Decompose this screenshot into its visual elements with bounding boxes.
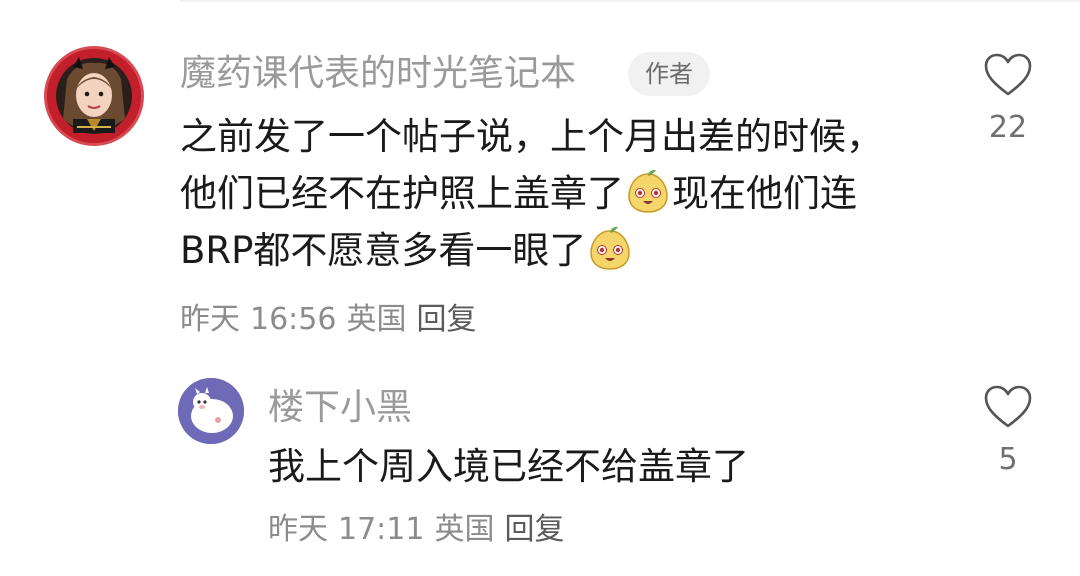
reply-meta: 昨天 17:11 英国 回复 xyxy=(268,510,574,550)
comment-line-2: 他们已经不在护照上盖章了 现在他们连 xyxy=(180,165,920,222)
comment-meta: 昨天 16:56 英国 回复 xyxy=(180,300,486,340)
reply-time: 17:11 xyxy=(338,512,425,547)
reply-reply-button[interactable]: 回复 xyxy=(504,512,564,547)
comment-location: 英国 xyxy=(346,302,407,337)
comment-line-3: BRP都不愿意多看一眼了 xyxy=(180,222,920,279)
reply-avatar[interactable] xyxy=(178,378,244,444)
reply-author-name[interactable]: 楼下小黑 xyxy=(268,384,412,432)
comment-text: 之前发了一个帖子说，上个月出差的时候， 他们已经不在护照上盖章了 现在他们连 B… xyxy=(180,108,920,279)
heart-icon[interactable] xyxy=(983,384,1033,430)
comment-date: 昨天 xyxy=(180,302,240,337)
comment-line-1: 之前发了一个帖子说，上个月出差的时候， xyxy=(180,108,920,165)
reply-like-count: 5 xyxy=(998,442,1018,477)
reply-location: 英国 xyxy=(434,512,495,547)
comment-like-button[interactable]: 22 xyxy=(978,52,1038,148)
pear-face-emoji-icon xyxy=(590,226,631,270)
cartoon-animal-avatar-icon xyxy=(178,378,244,444)
heart-icon[interactable] xyxy=(983,52,1033,98)
reply-button[interactable]: 回复 xyxy=(416,302,476,337)
like-count: 22 xyxy=(988,110,1028,145)
comment-line-3-text: BRP都不愿意多看一眼了 xyxy=(180,229,587,272)
pear-face-emoji-icon xyxy=(628,169,668,213)
comment-line-1-text: 之前发了一个帖子说，上个月出差的时候， xyxy=(180,115,883,158)
avatar[interactable] xyxy=(44,46,144,146)
author-badge: 作者 xyxy=(628,52,710,96)
comment-line-2-text-b: 现在他们连 xyxy=(672,172,857,215)
comment-author-name[interactable]: 魔药课代表的时光笔记本 xyxy=(180,50,576,98)
avatar-portrait-icon xyxy=(47,49,141,143)
comment-time: 16:56 xyxy=(250,302,337,337)
comment-line-2-text-a: 他们已经不在护照上盖章了 xyxy=(180,172,624,215)
reply-date: 昨天 xyxy=(268,512,328,547)
reply-text: 我上个周入境已经不给盖章了 xyxy=(268,445,749,488)
top-divider xyxy=(180,0,1080,2)
reply-like-button[interactable]: 5 xyxy=(978,384,1038,480)
